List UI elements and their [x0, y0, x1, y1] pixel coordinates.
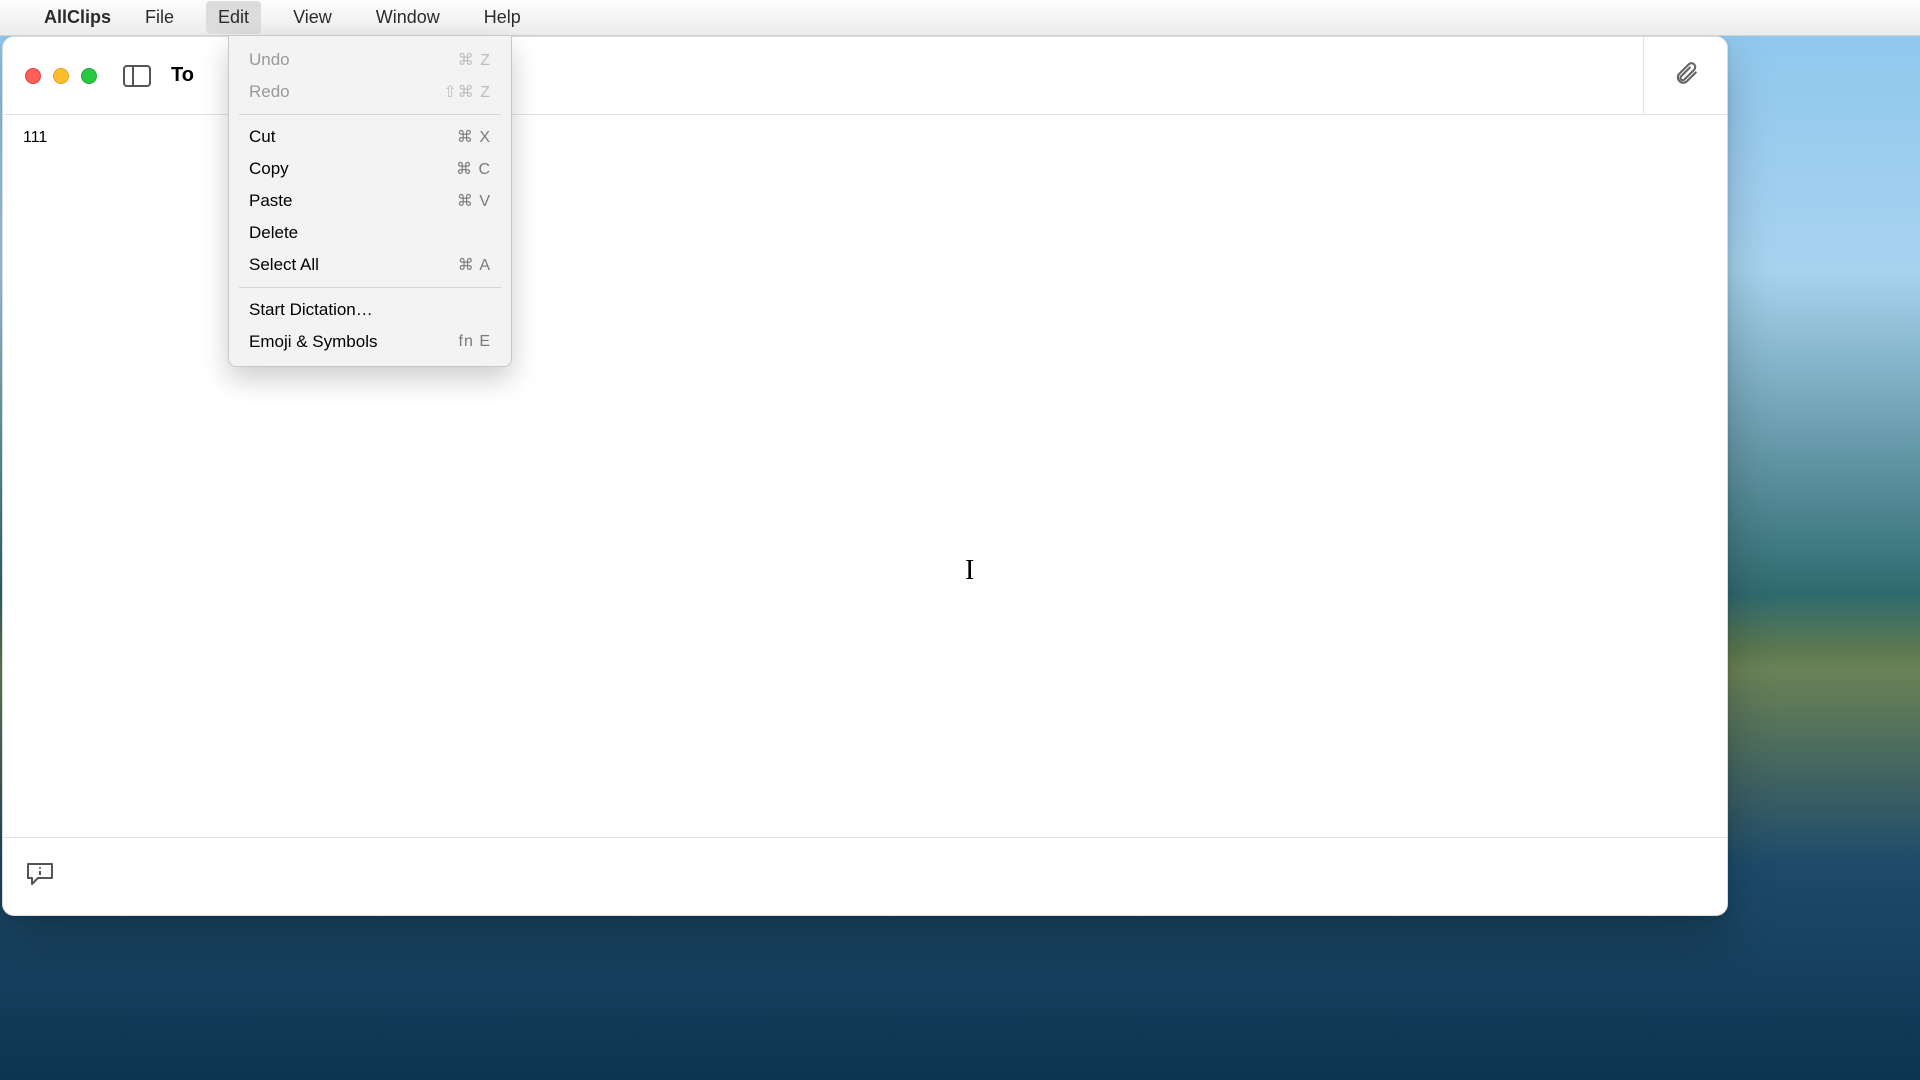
info-bubble-icon[interactable] — [25, 861, 55, 892]
menu-file[interactable]: File — [133, 1, 186, 34]
menu-window[interactable]: Window — [364, 1, 452, 34]
menu-item-shortcut: ⌘ A — [458, 255, 491, 275]
menu-separator — [239, 287, 501, 288]
zoom-window-button[interactable] — [81, 68, 97, 84]
window-statusbar — [3, 837, 1727, 915]
menu-view[interactable]: View — [281, 1, 344, 34]
menu-item-start-dictation[interactable]: Start Dictation… — [229, 294, 511, 326]
paperclip-icon[interactable] — [1673, 60, 1699, 91]
window-traffic-lights — [25, 68, 97, 84]
titlebar-right — [1643, 37, 1727, 114]
menu-item-label: Select All — [249, 255, 319, 275]
menu-item-shortcut: ⌘ Z — [458, 50, 491, 70]
menu-item-label: Cut — [249, 127, 275, 147]
text-caret-icon: I — [965, 555, 974, 587]
minimize-window-button[interactable] — [53, 68, 69, 84]
menu-item-paste[interactable]: Paste ⌘ V — [229, 185, 511, 217]
menu-item-label: Redo — [249, 82, 290, 102]
close-window-button[interactable] — [25, 68, 41, 84]
menu-item-label: Undo — [249, 50, 290, 70]
app-name[interactable]: AllClips — [44, 7, 111, 28]
menu-separator — [239, 114, 501, 115]
window-title: To — [171, 64, 194, 87]
menu-item-delete[interactable]: Delete — [229, 217, 511, 249]
menu-item-shortcut: ⌘ V — [457, 191, 491, 211]
menu-edit[interactable]: Edit — [206, 1, 261, 34]
menu-help[interactable]: Help — [472, 1, 533, 34]
menu-item-copy[interactable]: Copy ⌘ C — [229, 153, 511, 185]
menu-item-shortcut: ⌘ X — [457, 127, 491, 147]
menu-item-shortcut: ⇧⌘ Z — [443, 82, 491, 102]
menu-item-shortcut: fn E — [459, 333, 491, 351]
menu-item-undo[interactable]: Undo ⌘ Z — [229, 44, 511, 76]
menu-item-shortcut: ⌘ C — [456, 159, 491, 179]
menu-item-label: Paste — [249, 191, 292, 211]
menu-item-label: Emoji & Symbols — [249, 332, 377, 352]
menu-item-label: Start Dictation… — [249, 300, 373, 320]
menu-item-redo[interactable]: Redo ⇧⌘ Z — [229, 76, 511, 108]
sidebar-toggle-icon[interactable] — [123, 65, 151, 87]
menu-item-label: Copy — [249, 159, 289, 179]
menu-item-label: Delete — [249, 223, 298, 243]
menu-item-cut[interactable]: Cut ⌘ X — [229, 121, 511, 153]
system-menubar: AllClips File Edit View Window Help — [0, 0, 1920, 36]
menu-item-emoji-symbols[interactable]: Emoji & Symbols fn E — [229, 326, 511, 358]
edit-menu-dropdown: Undo ⌘ Z Redo ⇧⌘ Z Cut ⌘ X Copy ⌘ C Past… — [228, 36, 512, 367]
menu-item-select-all[interactable]: Select All ⌘ A — [229, 249, 511, 281]
